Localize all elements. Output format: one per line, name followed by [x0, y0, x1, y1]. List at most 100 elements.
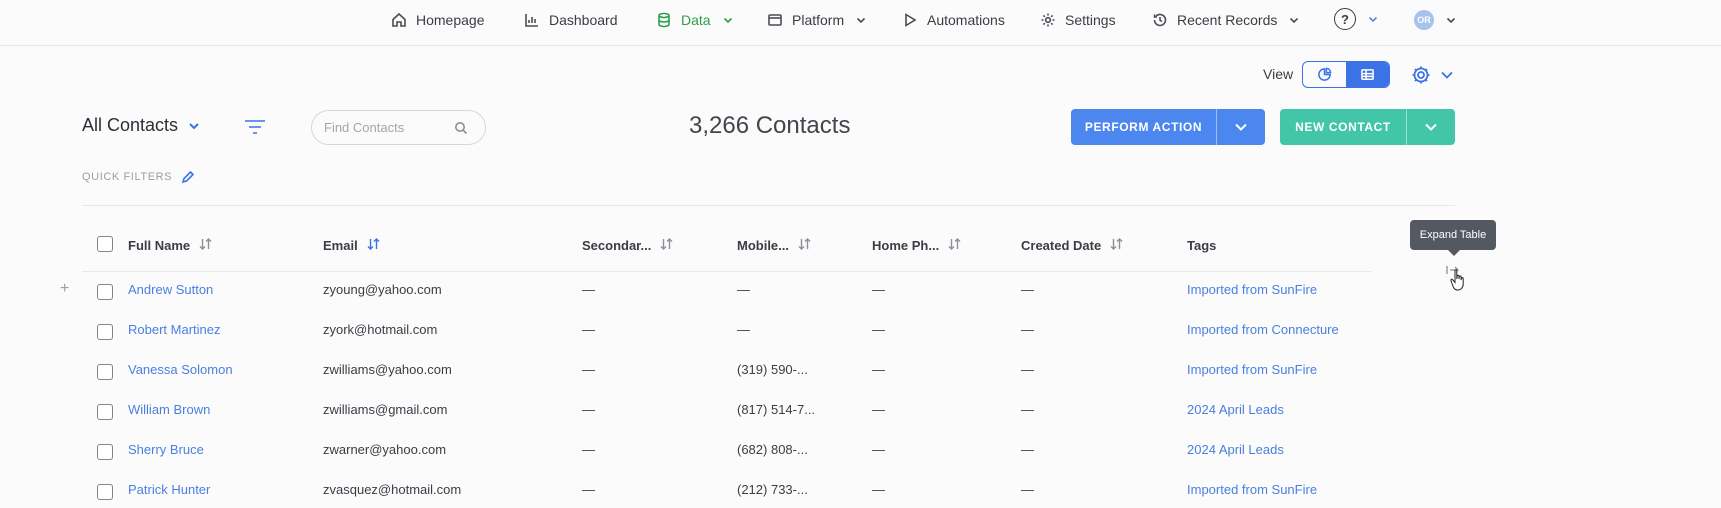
row-checkbox[interactable]: [97, 284, 113, 300]
row-checkbox[interactable]: [97, 364, 113, 380]
tag-link[interactable]: Imported from SunFire: [1187, 482, 1317, 497]
nav-dashboard-label: Dashboard: [549, 12, 618, 28]
contact-name-link[interactable]: William Brown: [128, 402, 210, 417]
table-settings-menu[interactable]: [1410, 64, 1454, 86]
column-full-name[interactable]: Full Name: [128, 238, 212, 253]
sort-descending-icon: [367, 238, 380, 253]
nav-recent-records[interactable]: Recent Records: [1152, 10, 1299, 30]
search-box: [311, 110, 486, 145]
chevron-down-icon: [723, 17, 732, 24]
email-cell: zyork@hotmail.com: [323, 322, 438, 337]
nav-data-label: Data: [681, 12, 711, 28]
home-phone-cell: —: [872, 482, 885, 497]
contact-name-link[interactable]: Sherry Bruce: [128, 442, 204, 457]
column-created-date[interactable]: Created Date: [1021, 238, 1123, 253]
search-input[interactable]: [324, 120, 454, 135]
table-header: Full Name Email Secondar... Mobile... Ho…: [82, 232, 1372, 272]
tag-link[interactable]: Imported from Connecture: [1187, 322, 1339, 337]
column-email[interactable]: Email: [323, 238, 380, 253]
help-menu[interactable]: ?: [1334, 8, 1378, 30]
pencil-icon[interactable]: [181, 170, 195, 184]
nav-automations[interactable]: Automations: [902, 10, 1005, 30]
email-cell: zyoung@yahoo.com: [323, 282, 442, 297]
home-icon: [392, 12, 406, 27]
tag-link[interactable]: 2024 April Leads: [1187, 442, 1284, 457]
nav-platform[interactable]: Platform: [767, 10, 866, 30]
view-chart-button[interactable]: [1303, 62, 1346, 87]
secondary-cell: —: [582, 442, 595, 457]
email-cell: zwarner@yahoo.com: [323, 442, 447, 457]
table-row[interactable]: Robert Martinez zyork@hotmail.com — — — …: [0, 312, 1420, 352]
chevron-down-icon: [1290, 17, 1299, 24]
new-contact-button[interactable]: NEW CONTACT: [1280, 109, 1406, 145]
nav-settings-label: Settings: [1065, 12, 1116, 28]
home-phone-cell: —: [872, 442, 885, 457]
home-phone-cell: —: [872, 282, 885, 297]
top-navigation: Homepage Dashboard Data Platform Automat…: [0, 0, 1721, 46]
secondary-cell: —: [582, 322, 595, 337]
database-icon: [658, 12, 670, 28]
nav-homepage[interactable]: Homepage: [391, 10, 485, 30]
hand-cursor-icon: [1450, 269, 1464, 291]
created-date-cell: —: [1021, 442, 1034, 457]
nav-platform-label: Platform: [792, 12, 845, 28]
secondary-cell: —: [582, 362, 595, 377]
column-label: Email: [323, 238, 358, 253]
row-checkbox[interactable]: [97, 484, 113, 500]
chevron-down-icon: [1235, 123, 1247, 131]
row-checkbox[interactable]: [97, 324, 113, 340]
nav-data[interactable]: Data: [656, 10, 733, 30]
quick-filters: QUICK FILTERS: [82, 170, 195, 184]
contact-name-link[interactable]: Patrick Hunter: [128, 482, 210, 497]
column-home-phone[interactable]: Home Ph...: [872, 238, 961, 253]
nav-settings[interactable]: Settings: [1040, 10, 1116, 30]
tag-link[interactable]: Imported from SunFire: [1187, 282, 1317, 297]
view-table-button[interactable]: [1346, 62, 1389, 87]
list-selector[interactable]: All Contacts: [82, 115, 200, 136]
email-cell: zwilliams@gmail.com: [323, 402, 448, 417]
table-row[interactable]: Vanessa Solomon zwilliams@yahoo.com — (3…: [0, 352, 1420, 392]
contact-name-link[interactable]: Vanessa Solomon: [128, 362, 233, 377]
nav-homepage-label: Homepage: [416, 12, 485, 28]
column-secondary[interactable]: Secondar...: [582, 238, 673, 253]
table-row[interactable]: + Andrew Sutton zyoung@yahoo.com — — — —…: [0, 272, 1420, 312]
contact-name-link[interactable]: Robert Martinez: [128, 322, 220, 337]
table-row[interactable]: William Brown zwilliams@gmail.com — (817…: [0, 392, 1420, 432]
row-checkbox[interactable]: [97, 444, 113, 460]
gear-icon: [1412, 66, 1430, 84]
sort-icon: [948, 238, 961, 253]
select-all-checkbox[interactable]: [97, 236, 113, 252]
gear-icon: [1041, 13, 1055, 27]
home-phone-cell: —: [872, 362, 885, 377]
avatar: OR: [1414, 10, 1434, 30]
tag-link[interactable]: 2024 April Leads: [1187, 402, 1284, 417]
mobile-cell: (682) 808-...: [737, 442, 808, 457]
tag-link[interactable]: Imported from SunFire: [1187, 362, 1317, 377]
add-row-icon[interactable]: +: [60, 280, 69, 298]
user-menu[interactable]: OR: [1414, 10, 1456, 30]
history-icon: [1153, 13, 1167, 27]
table-row[interactable]: Sherry Bruce zwarner@yahoo.com — (682) 8…: [0, 432, 1420, 472]
play-icon: [905, 13, 917, 27]
column-tags[interactable]: Tags: [1187, 238, 1216, 253]
perform-action-button[interactable]: PERFORM ACTION: [1071, 109, 1216, 145]
chevron-down-icon: [1441, 71, 1453, 79]
new-contact-dropdown[interactable]: [1406, 109, 1455, 145]
mobile-cell: (319) 590-...: [737, 362, 808, 377]
mobile-cell: —: [737, 322, 750, 337]
nav-dashboard[interactable]: Dashboard: [524, 10, 618, 30]
column-label: Home Ph...: [872, 238, 940, 253]
filter-button[interactable]: [244, 118, 266, 141]
column-mobile[interactable]: Mobile...: [737, 238, 811, 253]
contact-name-link[interactable]: Andrew Sutton: [128, 282, 213, 297]
perform-action-dropdown[interactable]: [1216, 109, 1265, 145]
contacts-count: 3,266 Contacts: [689, 112, 851, 139]
sort-icon: [199, 238, 212, 253]
table-row[interactable]: Patrick Hunter zvasquez@hotmail.com — (2…: [0, 472, 1420, 508]
search-icon[interactable]: [454, 121, 468, 135]
email-cell: zwilliams@yahoo.com: [323, 362, 452, 377]
row-checkbox[interactable]: [97, 404, 113, 420]
nav-automations-label: Automations: [927, 12, 1005, 28]
sort-icon: [798, 238, 811, 253]
mobile-cell: (212) 733-...: [737, 482, 808, 497]
